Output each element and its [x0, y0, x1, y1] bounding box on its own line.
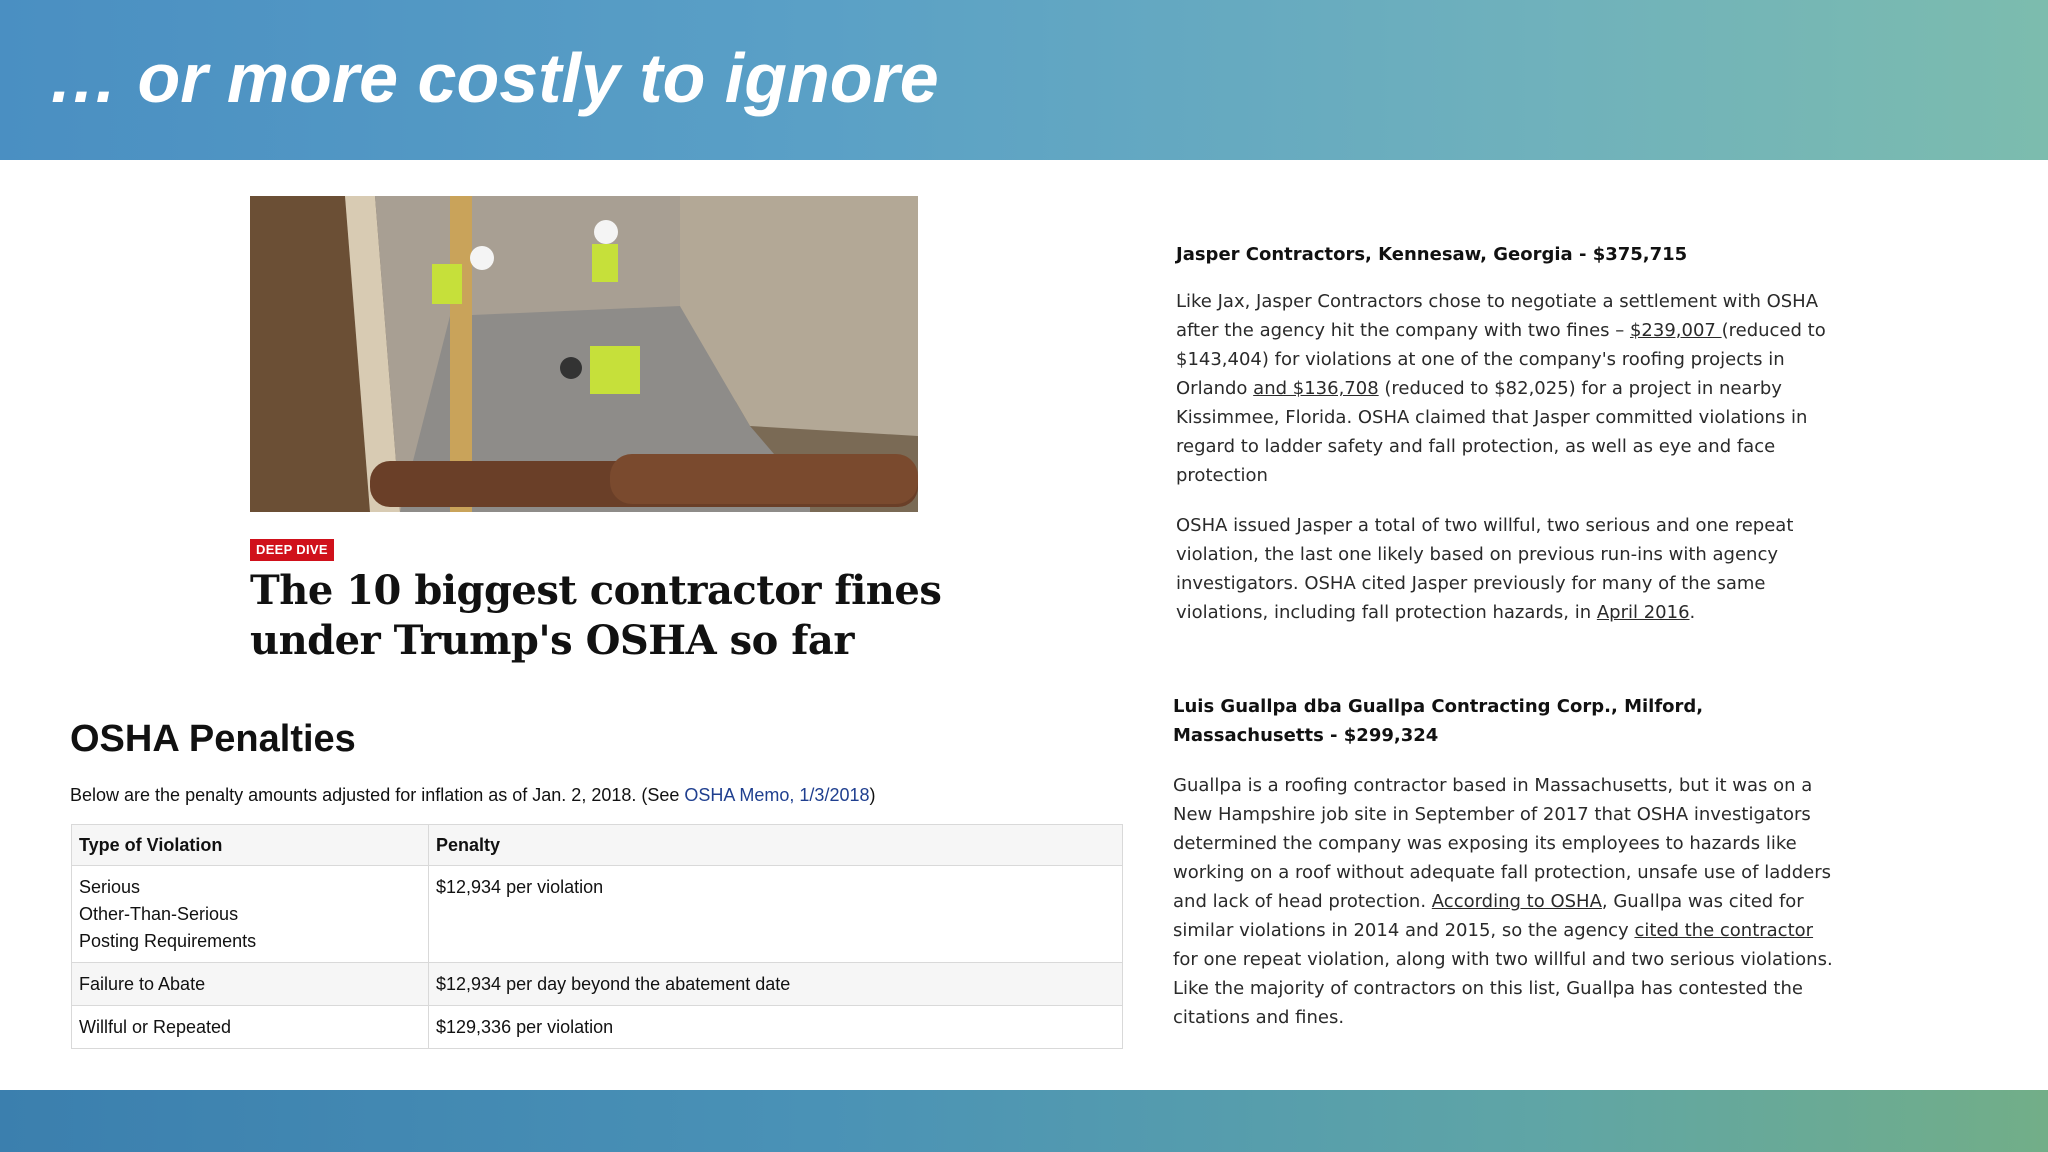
violation-type-cell: Willful or Repeated: [71, 1005, 429, 1049]
case-paragraph: OSHA issued Jasper a total of two willfu…: [1176, 511, 1846, 627]
source-link[interactable]: cited the contractor: [1634, 920, 1813, 941]
penalty-cell: $129,336 per violation: [428, 1005, 1123, 1049]
violation-type: Other-Than-Serious: [79, 904, 239, 924]
penalty-table: Type of Violation Penalty Serious Other-…: [71, 824, 1123, 1049]
penalty-cell: $12,934 per day beyond the abatement dat…: [428, 962, 1123, 1006]
osha-intro-text: Below are the penalty amounts adjusted f…: [70, 785, 876, 806]
footer-band: [0, 1090, 2048, 1152]
article-image: [250, 196, 918, 512]
case-text: OSHA issued Jasper a total of two willfu…: [1176, 515, 1794, 623]
violation-type: Failure to Abate: [79, 974, 206, 994]
violation-type: Willful or Repeated: [79, 1017, 232, 1037]
osha-intro-prefix: Below are the penalty amounts adjusted f…: [70, 785, 685, 805]
date-link[interactable]: April 2016: [1597, 602, 1690, 623]
slide-title: … or more costly to ignore: [48, 39, 939, 117]
fine-link[interactable]: and $136,708: [1253, 378, 1378, 399]
violation-type-cell: Failure to Abate: [71, 962, 429, 1006]
osha-intro-suffix: ): [869, 785, 876, 805]
article-headline[interactable]: The 10 biggest contractor fines under Tr…: [250, 566, 950, 666]
case-paragraph: Guallpa is a roofing contractor based in…: [1173, 771, 1843, 1032]
case-title: Luis Guallpa dba Guallpa Contracting Cor…: [1173, 696, 1704, 746]
table-row: Failure to Abate $12,934 per day beyond …: [71, 962, 1123, 1006]
case-paragraph: Like Jax, Jasper Contractors chose to ne…: [1176, 287, 1846, 490]
osha-memo-link[interactable]: OSHA Memo, 1/3/2018: [684, 785, 869, 805]
fine-link[interactable]: $239,007: [1630, 320, 1722, 341]
case-text: for one repeat violation, along with two…: [1173, 949, 1833, 1028]
violation-type: Posting Requirements: [79, 931, 257, 951]
penalty-cell: $12,934 per violation: [428, 865, 1123, 963]
column-header-type: Type of Violation: [71, 824, 429, 866]
table-header-row: Type of Violation Penalty: [71, 824, 1123, 866]
osha-penalties-title: OSHA Penalties: [70, 718, 356, 760]
violation-type: Serious: [79, 877, 141, 897]
case-text: .: [1689, 602, 1696, 623]
source-link[interactable]: According to OSHA: [1432, 891, 1602, 912]
case-jasper: Jasper Contractors, Kennesaw, Georgia - …: [1176, 240, 1846, 627]
table-row: Willful or Repeated $129,336 per violati…: [71, 1005, 1123, 1049]
violation-type-cell: Serious Other-Than-Serious Posting Requi…: [71, 865, 429, 963]
column-header-penalty: Penalty: [428, 824, 1123, 866]
case-title: Jasper Contractors, Kennesaw, Georgia - …: [1176, 244, 1688, 265]
table-row: Serious Other-Than-Serious Posting Requi…: [71, 865, 1123, 963]
case-guallpa: Luis Guallpa dba Guallpa Contracting Cor…: [1173, 692, 1843, 1032]
deep-dive-badge: DEEP DIVE: [250, 539, 334, 561]
